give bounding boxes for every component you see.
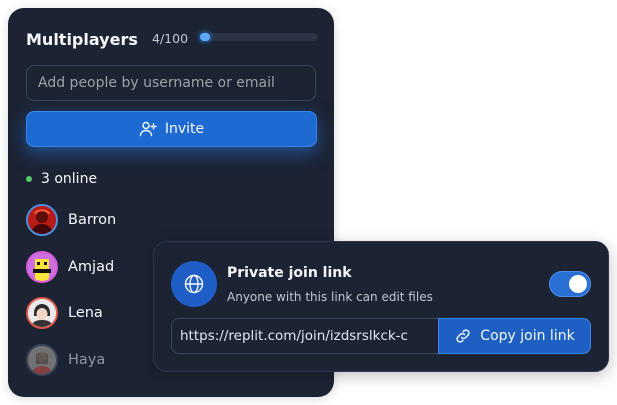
globe-icon bbox=[171, 261, 217, 307]
copy-join-link-label: Copy join link bbox=[480, 328, 575, 344]
join-link-title: Private join link bbox=[227, 265, 352, 281]
player-capacity-fill bbox=[200, 33, 210, 41]
avatar bbox=[26, 297, 58, 329]
link-icon bbox=[454, 327, 472, 345]
join-link-subtitle: Anyone with this link can edit files bbox=[227, 290, 433, 304]
user-name: Amjad bbox=[68, 259, 115, 275]
online-dot-icon bbox=[26, 176, 32, 182]
private-join-link-card: Private join link Anyone with this link … bbox=[153, 241, 609, 372]
user-item-lena[interactable]: Lena bbox=[26, 297, 103, 329]
user-name: Lena bbox=[68, 305, 103, 321]
invite-button-label: Invite bbox=[164, 121, 205, 137]
user-item-barron[interactable]: Barron bbox=[26, 204, 116, 236]
player-capacity-bar bbox=[200, 33, 318, 41]
invite-search-input[interactable] bbox=[26, 65, 316, 101]
user-name: Haya bbox=[68, 352, 106, 368]
join-link-field[interactable]: https://replit.com/join/izdsrslkck-c bbox=[171, 318, 446, 354]
user-item-amjad[interactable]: Amjad bbox=[26, 251, 114, 283]
player-count: 4/100 bbox=[152, 31, 189, 46]
avatar bbox=[26, 204, 58, 236]
invite-button[interactable]: Invite bbox=[26, 111, 317, 147]
panel-title: Multiplayers bbox=[26, 30, 138, 49]
online-count-label: 3 online bbox=[41, 171, 98, 187]
online-status: 3 online bbox=[26, 171, 97, 187]
join-link-toggle[interactable] bbox=[549, 271, 591, 297]
avatar bbox=[26, 344, 58, 376]
user-name: Barron bbox=[68, 212, 117, 228]
add-user-icon bbox=[139, 120, 157, 138]
toggle-knob bbox=[569, 275, 587, 293]
avatar bbox=[26, 251, 58, 283]
user-item-haya[interactable]: Haya bbox=[26, 344, 105, 376]
copy-join-link-button[interactable]: Copy join link bbox=[438, 318, 591, 354]
